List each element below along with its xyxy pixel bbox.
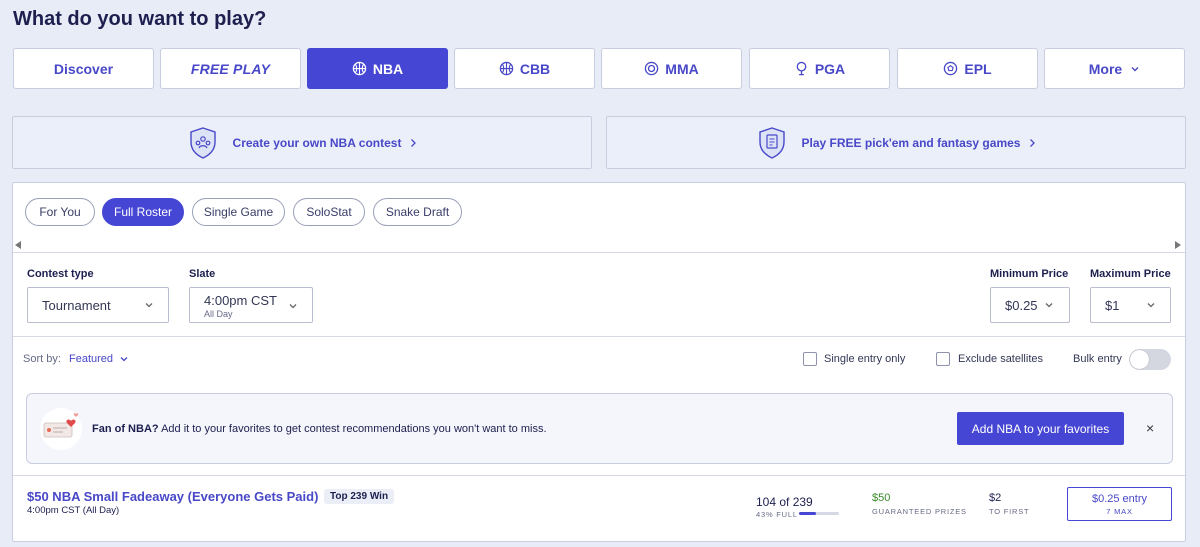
tab-pga[interactable]: PGA [749,48,890,89]
soccer-ball-icon [944,61,958,76]
prize-amount: $50 [872,492,891,504]
target-icon [645,61,659,76]
tab-label: NBA [372,60,404,77]
sort-value: Featured [69,353,114,365]
scroll-right-arrow-icon[interactable] [1174,240,1182,250]
tab-label: CBB [519,60,551,77]
fill-label: 43% FULL [756,510,798,519]
page-title: What do you want to play? [13,8,267,30]
single-entry-label: Single entry only [824,353,906,365]
prize-label: GUARANTEED PRIZES [872,507,967,516]
chevron-down-icon [1147,303,1155,308]
shield-clipboard-icon [758,126,785,159]
chip-snake-draft[interactable]: Snake Draft [373,198,462,226]
min-price-label: Minimum Price [990,268,1069,280]
chip-solostat[interactable]: SoloStat [293,198,365,226]
chevron-down-icon [1131,66,1139,71]
entries-count: 104 of 239 [756,495,813,509]
first-prize: $2 [989,492,1002,504]
chevron-down-icon [1045,303,1053,308]
single-entry-checkbox[interactable] [803,352,817,366]
chevron-down-icon [120,357,128,362]
max-price-label: Maximum Price [1090,268,1171,280]
tab-epl[interactable]: EPL [897,48,1038,89]
tab-more[interactable]: More [1044,48,1185,89]
min-price-select[interactable]: $0.25 [990,287,1070,323]
max-price-value: $1 [1105,298,1120,313]
divider [13,252,1185,253]
chevron-down-icon [289,304,297,309]
tab-label: Discover [53,60,114,77]
exclude-satellites-label: Exclude satellites [958,353,1043,365]
chip-full-roster[interactable]: Full Roster [102,198,184,226]
favorites-heart-icon [40,408,82,450]
chevron-down-icon [145,303,153,308]
bulk-entry-label: Bulk entry [1073,353,1122,365]
close-icon[interactable]: × [1146,420,1154,436]
tab-free-play[interactable]: FREE PLAY [160,48,301,89]
shield-people-icon [189,126,216,159]
chip-for-you[interactable]: For You [25,198,95,226]
tab-discover[interactable]: Discover [13,48,154,89]
tab-label: FREE PLAY [190,60,271,77]
contest-title-link[interactable]: $50 NBA Small Fadeaway (Everyone Gets Pa… [27,489,318,504]
chevron-right-icon [411,138,417,147]
tab-cbb[interactable]: CBB [454,48,595,89]
contest-type-select[interactable]: Tournament [27,287,169,323]
contest-type-value: Tournament [42,298,111,313]
chevron-right-icon [1030,138,1036,147]
tab-nba[interactable]: NBA [307,48,448,89]
min-price-value: $0.25 [1005,298,1038,313]
exclude-satellites-checkbox[interactable] [936,352,950,366]
slate-label: Slate [189,268,216,280]
tab-label: PGA [814,60,846,77]
first-prize-label: TO FIRST [989,507,1030,516]
basketball-icon [499,61,514,76]
favorite-bold: Fan of NBA? [92,423,159,435]
divider [13,475,1185,476]
fill-progress-bar [799,512,839,515]
tab-label: More [1088,60,1123,77]
sort-dropdown[interactable]: Featured [69,353,129,365]
bulk-entry-toggle[interactable] [1129,349,1171,370]
tab-label: MMA [665,60,699,77]
win-badge: Top 239 Win [324,489,395,504]
max-price-select[interactable]: $1 [1090,287,1171,323]
max-entries: 7 MAX [1106,506,1133,516]
slate-select[interactable]: 4:00pm CST All Day [189,287,313,323]
chip-single-game[interactable]: Single Game [192,198,285,226]
sort-label: Sort by: [23,353,61,365]
free-games-promo[interactable]: Play FREE pick'em and fantasy games [606,116,1186,169]
entry-fee: $0.25 entry [1091,492,1148,505]
slate-value: 4:00pm CST [204,293,277,308]
tab-label: EPL [964,60,992,77]
golf-pin-icon [796,61,807,76]
fill-progress [799,512,817,515]
favorite-message: Fan of NBA? Add it to your favorites to … [92,423,547,435]
slate-sub: All Day [204,309,233,319]
divider [13,336,1185,337]
enter-contest-button[interactable]: $0.25 entry 7 MAX [1067,487,1172,521]
contest-time: 4:00pm CST (All Day) [27,505,120,516]
toggle-knob [1130,350,1149,369]
promo-label: Create your own NBA contest [232,135,402,150]
create-contest-promo[interactable]: Create your own NBA contest [12,116,592,169]
favorite-text: Add it to your favorites to get contest … [161,423,547,435]
add-favorite-button[interactable]: Add NBA to your favorites [957,412,1124,445]
tab-mma[interactable]: MMA [601,48,742,89]
scroll-left-arrow-icon[interactable] [14,240,22,250]
promo-label: Play FREE pick'em and fantasy games [801,135,1021,150]
contest-type-label: Contest type [27,268,94,280]
basketball-icon [352,61,367,76]
